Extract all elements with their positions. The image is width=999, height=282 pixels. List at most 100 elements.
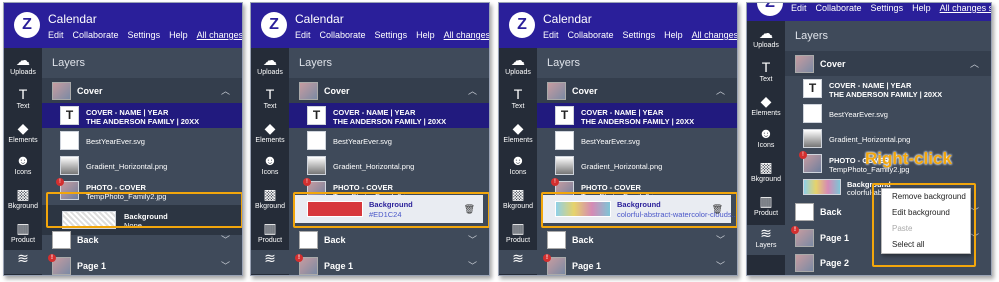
layer-row-gradient[interactable]: Gradient_Horizontal.png	[537, 153, 737, 178]
chevron-down-icon[interactable]: ﹀	[221, 233, 230, 246]
menu-collaborate[interactable]: Collaborate	[73, 30, 119, 40]
layer-group-back[interactable]: Back ﹀	[537, 227, 737, 252]
layer-row-text[interactable]: T COVER - NAME | YEAR THE ANDERSON FAMILY …	[42, 103, 242, 128]
layer-row-gradient[interactable]: Gradient_Horizontal.png	[289, 153, 489, 178]
sidebar-item-label: Icons	[14, 169, 32, 176]
app-logo[interactable]: Z	[261, 12, 287, 38]
chevron-up-icon[interactable]: ︿	[970, 57, 979, 70]
chevron-down-icon[interactable]: ﹀	[221, 259, 230, 272]
menu-edit[interactable]: Edit	[295, 30, 311, 40]
warning-icon: !	[543, 254, 551, 262]
menu-help[interactable]: Help	[912, 3, 931, 13]
sidebar-item-bkground[interactable]: ▩ Bkground	[499, 186, 537, 210]
menu-help[interactable]: Help	[416, 30, 435, 40]
highlight-box	[293, 192, 489, 228]
chevron-up-icon[interactable]: ︿	[716, 84, 725, 97]
sidebar-item-icons[interactable]: ☻ Icons	[747, 125, 785, 149]
sidebar-item-bkground[interactable]: ▩ Bkground	[4, 186, 42, 210]
sidebar-item-icons[interactable]: ☻ Icons	[4, 152, 42, 176]
layer-group-cover[interactable]: Cover ︿	[785, 51, 991, 76]
warning-icon: !	[791, 226, 799, 234]
product-icon: ▥	[263, 220, 277, 236]
sidebar-item-layers[interactable]: ≋	[251, 250, 289, 274]
sidebar-item-product[interactable]: ▥ Product	[747, 193, 785, 217]
sidebar-item-layers[interactable]: ≋	[499, 250, 537, 274]
cloud-upload-icon: ☁	[511, 52, 525, 68]
menu-edit[interactable]: Edit	[791, 3, 807, 13]
layer-group-page1[interactable]: ! Page 1 ﹀	[42, 253, 242, 275]
sidebar-item-elements[interactable]: ◆ Elements	[4, 120, 42, 144]
sidebar-item-product[interactable]: ▥ Product	[499, 220, 537, 244]
layer-group-back[interactable]: Back ﹀	[289, 227, 489, 252]
menu-edit[interactable]: Edit	[48, 30, 64, 40]
sidebar-item-elements[interactable]: ◆ Elements	[251, 120, 289, 144]
sidebar-item-label: Layers	[755, 242, 777, 249]
sidebar-item-bkground[interactable]: ▩ Bkground	[747, 159, 785, 183]
layer-row-text[interactable]: T COVER - NAME | YEAR THE ANDERSON FAMILY …	[785, 76, 991, 101]
app-title: Calendar	[48, 12, 97, 26]
layer-row-svg[interactable]: BestYearEver.svg	[289, 128, 489, 153]
menu-help[interactable]: Help	[664, 30, 683, 40]
layer-row-svg[interactable]: BestYearEver.svg	[537, 128, 737, 153]
app-logo[interactable]: Z	[509, 12, 535, 38]
layers-icon: ≋	[512, 250, 524, 266]
layer-group-page1[interactable]: ! Page 1 ﹀	[289, 253, 489, 275]
app-logo[interactable]: Z	[757, 3, 783, 16]
layer-row-text[interactable]: T COVER - NAME | YEAR THE ANDERSON FAMILY …	[537, 103, 737, 128]
save-status-link[interactable]: All changes saved	[940, 3, 991, 13]
menu-collaborate[interactable]: Collaborate	[568, 30, 614, 40]
chevron-up-icon[interactable]: ︿	[221, 84, 230, 97]
layer-row-gradient[interactable]: Gradient_Horizontal.png	[42, 153, 242, 178]
layer-row-svg[interactable]: BestYearEver.svg	[42, 128, 242, 153]
layer-group-cover[interactable]: Cover ︿	[42, 78, 242, 103]
menu-settings[interactable]: Settings	[128, 30, 161, 40]
sidebar-item-elements[interactable]: ◆ Elements	[747, 93, 785, 117]
save-status-link[interactable]: All changes saved	[444, 30, 489, 40]
menu-help[interactable]: Help	[169, 30, 188, 40]
sidebar-item-icons[interactable]: ☻ Icons	[499, 152, 537, 176]
menu-settings[interactable]: Settings	[871, 3, 904, 13]
sidebar-item-uploads[interactable]: ☁ Uploads	[747, 25, 785, 49]
layer-group-cover[interactable]: Cover ︿	[289, 78, 489, 103]
menu-collaborate[interactable]: Collaborate	[320, 30, 366, 40]
layer-row-svg[interactable]: BestYearEver.svg	[785, 101, 991, 126]
menu-settings[interactable]: Settings	[375, 30, 408, 40]
chevron-down-icon[interactable]: ﹀	[468, 259, 477, 272]
sidebar-item-layers[interactable]: ≋	[4, 250, 42, 274]
sidebar-item-uploads[interactable]: ☁ Uploads	[499, 52, 537, 76]
group-name: Cover	[77, 86, 103, 96]
sidebar-item-uploads[interactable]: ☁ Uploads	[4, 52, 42, 76]
app-logo[interactable]: Z	[14, 12, 40, 38]
layer-row-text[interactable]: T COVER - NAME | YEAR THE ANDERSON FAMILY …	[289, 103, 489, 128]
sidebar-item-icons[interactable]: ☻ Icons	[251, 152, 289, 176]
sidebar-item-layers[interactable]: ≋ Layers	[747, 225, 785, 255]
smiley-icon: ☻	[758, 125, 774, 141]
save-status-link[interactable]: All changes saved	[692, 30, 737, 40]
layer-group-cover[interactable]: Cover ︿	[537, 78, 737, 103]
menu-collaborate[interactable]: Collaborate	[816, 3, 862, 13]
sidebar-item-label: Icons	[261, 169, 279, 176]
group-name: Page 1	[820, 233, 850, 243]
chevron-down-icon[interactable]: ﹀	[716, 233, 725, 246]
sidebar-item-elements[interactable]: ◆ Elements	[499, 120, 537, 144]
smiley-icon: ☻	[262, 152, 278, 168]
save-status-link[interactable]: All changes saved	[197, 30, 242, 40]
sidebar-item-text[interactable]: T Text	[4, 86, 42, 110]
menu-edit[interactable]: Edit	[543, 30, 559, 40]
layer-group-page1[interactable]: ! Page 1 ﹀	[537, 253, 737, 275]
sidebar-item-bkground[interactable]: ▩ Bkground	[251, 186, 289, 210]
sidebar-item-product[interactable]: ▥ Product	[4, 220, 42, 244]
group-name: Page 2	[820, 258, 850, 268]
chevron-down-icon[interactable]: ﹀	[468, 233, 477, 246]
layer-row-gradient[interactable]: Gradient_Horizontal.png	[785, 126, 991, 151]
sidebar-item-uploads[interactable]: ☁ Uploads	[251, 52, 289, 76]
layer-group-back[interactable]: Back ﹀	[42, 227, 242, 252]
sidebar-item-text[interactable]: T Text	[499, 86, 537, 110]
chevron-up-icon[interactable]: ︿	[468, 84, 477, 97]
group-thumbnail	[795, 55, 814, 73]
menu-settings[interactable]: Settings	[623, 30, 656, 40]
sidebar-item-text[interactable]: T Text	[747, 59, 785, 83]
sidebar-item-product[interactable]: ▥ Product	[251, 220, 289, 244]
chevron-down-icon[interactable]: ﹀	[716, 259, 725, 272]
sidebar-item-text[interactable]: T Text	[251, 86, 289, 110]
